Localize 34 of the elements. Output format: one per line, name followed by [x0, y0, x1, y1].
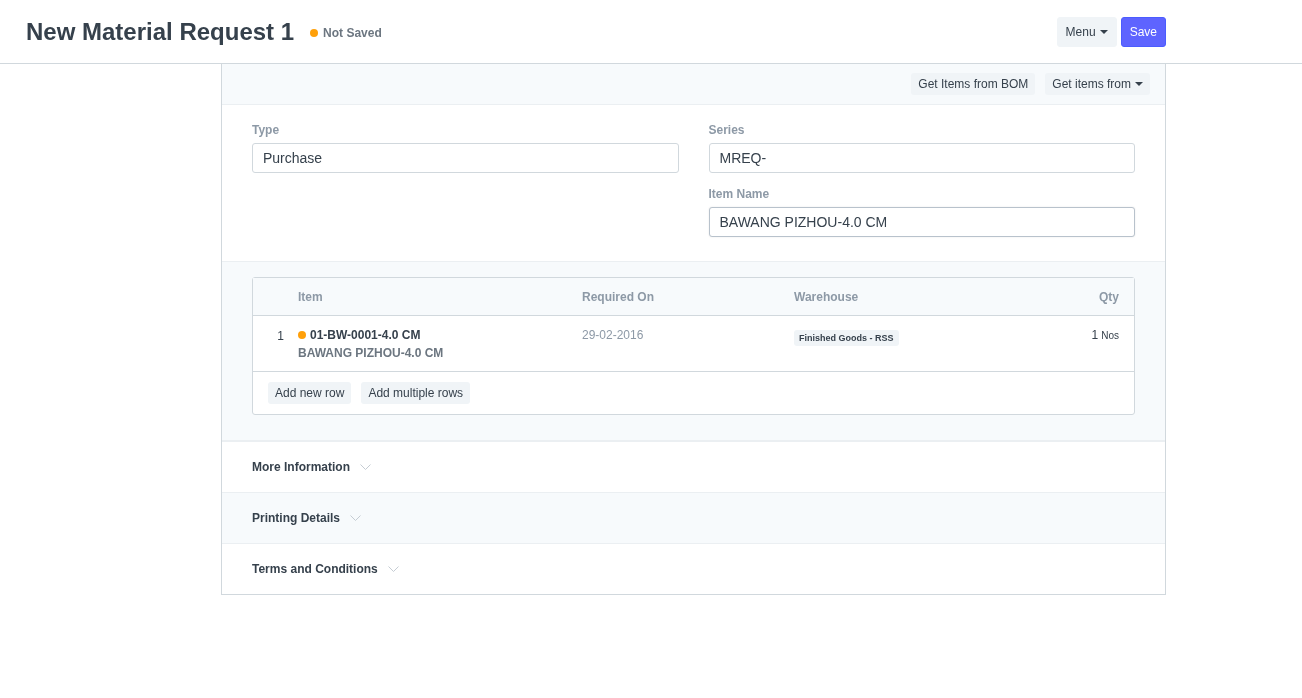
column-header: Required On — [582, 289, 655, 304]
caret-icon — [1135, 82, 1143, 86]
toolbar-button[interactable]: Get Items from BOM — [911, 73, 1036, 95]
item-name: BAWANG PIZHOU-4.0 CM — [298, 346, 445, 360]
input-field[interactable]: MREQ- — [708, 143, 1135, 173]
caret-icon — [1099, 29, 1108, 34]
save-button[interactable]: Save — [1120, 16, 1166, 47]
chevron-down-icon — [350, 515, 361, 521]
table-cell-text: 29-02-2016 — [582, 328, 645, 342]
field-label: Item Name — [708, 187, 771, 201]
add-row-button[interactable]: Add new row — [268, 382, 352, 404]
field-label: Series — [708, 123, 746, 137]
unit-label: Nos — [1101, 330, 1119, 341]
item-code: 01-BW-0001-4.0 CM — [310, 328, 421, 342]
status-label: Not Saved — [323, 26, 382, 40]
column-header: Qty — [1098, 289, 1120, 304]
dropdown-button[interactable]: Menu — [1056, 16, 1117, 47]
collapsible-section[interactable]: Printing Details — [222, 492, 1165, 543]
row-number: 1 — [276, 328, 285, 343]
section-title: More Information — [252, 460, 350, 474]
section-title: Terms and Conditions — [252, 562, 378, 576]
section-title: Printing Details — [252, 511, 340, 525]
table-cell-text: 1 Nos — [1090, 328, 1120, 342]
column-header: Warehouse — [794, 289, 860, 304]
add-row-button[interactable]: Add multiple rows — [361, 382, 471, 404]
field-label: Type — [252, 123, 281, 137]
chevron-down-icon — [387, 566, 399, 572]
dropdown-button[interactable]: Get items from — [1045, 73, 1150, 95]
column-header: Item — [298, 289, 324, 304]
page-title: New Material Request 1 — [26, 17, 295, 46]
input-field[interactable]: Purchase — [252, 143, 679, 173]
warehouse-tag: Finished Goods - RSS — [794, 330, 899, 346]
input-field[interactable]: BAWANG PIZHOU-4.0 CM — [708, 207, 1135, 237]
chevron-down-icon — [360, 464, 371, 470]
